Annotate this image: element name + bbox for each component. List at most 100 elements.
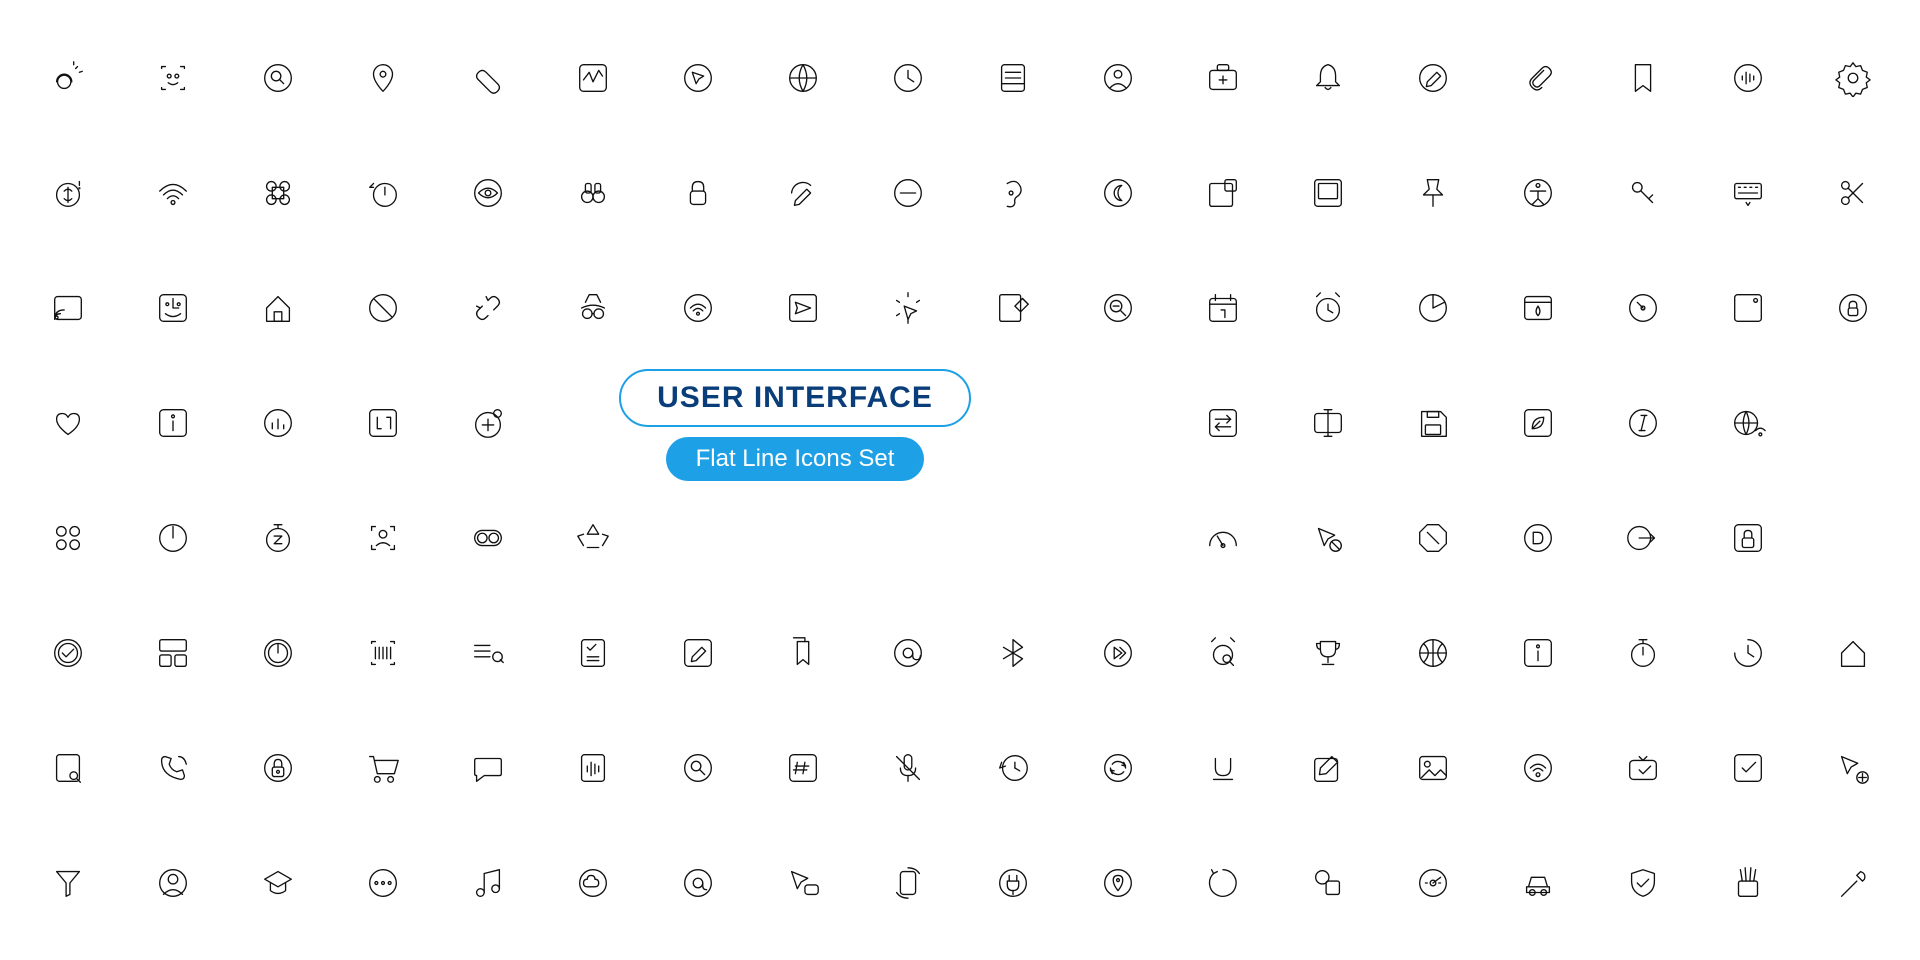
save-disk-icon [1411, 401, 1455, 445]
tv-check-icon [1621, 746, 1665, 790]
check-badge-icon [46, 631, 90, 675]
forward-circle-icon [1096, 631, 1140, 675]
pie-chart-icon [1411, 286, 1455, 330]
cursor-chat-icon [781, 861, 825, 905]
hashtag-box-icon [781, 746, 825, 790]
eye-circle-icon [466, 171, 510, 215]
gauge-icon [1201, 516, 1245, 560]
wrench-icon [1831, 861, 1875, 905]
keyboard-icon [1726, 171, 1770, 215]
sausage-icon [466, 56, 510, 100]
plug-circle-icon [991, 861, 1035, 905]
accessibility-icon [1516, 171, 1560, 215]
weather-icon [46, 56, 90, 100]
shapes-icon [1306, 861, 1350, 905]
mute-mic-icon [886, 746, 930, 790]
audio-circle-icon [1726, 56, 1770, 100]
chart-circle-icon [256, 401, 300, 445]
compose-icon [1306, 746, 1350, 790]
stopwatch-z-icon [256, 516, 300, 560]
filter-icon [46, 861, 90, 905]
barcode-scan-icon [361, 631, 405, 675]
music-icon [466, 861, 510, 905]
blocked-octagon-icon [1411, 516, 1455, 560]
lock-square-icon [1726, 516, 1770, 560]
list-search-icon [466, 631, 510, 675]
cast-icon [46, 286, 90, 330]
exit-right-icon [1621, 516, 1665, 560]
user-avatar-icon [151, 861, 195, 905]
clock-icon [886, 56, 930, 100]
cursor-denied-icon [1306, 516, 1350, 560]
at-sign-icon [886, 631, 930, 675]
binoculars-icon [571, 171, 615, 215]
note-pencil-icon [991, 286, 1035, 330]
info-square-icon [151, 401, 195, 445]
bookmark-icon [1621, 56, 1665, 100]
italic-circle-icon [1621, 401, 1665, 445]
speedometer-icon [1621, 286, 1665, 330]
search-circle-icon [256, 56, 300, 100]
cursor-loading-icon [886, 286, 930, 330]
cursor-add-icon [1831, 746, 1875, 790]
browser-drop-icon [1516, 286, 1560, 330]
phone-icon [151, 746, 195, 790]
voicemail-icon [466, 516, 510, 560]
cart-icon [361, 746, 405, 790]
wifi-dot-icon [1516, 746, 1560, 790]
car-icon [1516, 861, 1560, 905]
gauge-alt-icon [1411, 861, 1455, 905]
lock-circle-icon [1831, 286, 1875, 330]
wifi-circle-icon [676, 286, 720, 330]
audio-doc-icon [571, 746, 615, 790]
geo-circle-icon [1096, 861, 1140, 905]
timer-icon [1621, 631, 1665, 675]
ui-box-icon [361, 401, 405, 445]
image-icon [1411, 746, 1455, 790]
blocked-icon [361, 286, 405, 330]
user-focus-icon [361, 516, 405, 560]
title-badge: USER INTERFACE Flat Line Icons Set [565, 355, 1025, 495]
alarm-search-icon [1201, 631, 1245, 675]
location-pin-icon [361, 56, 405, 100]
chat-icon [466, 746, 510, 790]
lock-icon [676, 171, 720, 215]
bookmarks-icon [781, 631, 825, 675]
survey-icon [571, 631, 615, 675]
history-icon [991, 746, 1035, 790]
pin-square-icon [1726, 286, 1770, 330]
calendar-1-icon [1201, 286, 1245, 330]
search-circle-alt-icon [676, 746, 720, 790]
command-icon [256, 171, 300, 215]
no-entry-icon [886, 171, 930, 215]
add-badge-icon [466, 401, 510, 445]
dashboard-icon [151, 631, 195, 675]
search-doc-icon [46, 746, 90, 790]
at-sign-alt-icon [676, 861, 720, 905]
check-square-icon [1726, 746, 1770, 790]
education-icon [256, 861, 300, 905]
pushpin-icon [1411, 171, 1455, 215]
alarm-clock-icon [1306, 286, 1350, 330]
fries-icon [1726, 861, 1770, 905]
underline-icon [1201, 746, 1245, 790]
moon-circle-icon [1096, 171, 1140, 215]
home-icon [256, 286, 300, 330]
send-box-icon [781, 286, 825, 330]
key-icon [1621, 171, 1665, 215]
popup-icon [1201, 171, 1245, 215]
lock-bold-circle-icon [256, 746, 300, 790]
edit-square-icon [676, 631, 720, 675]
scissors-icon [1831, 171, 1875, 215]
trophy-icon [1306, 631, 1350, 675]
home-outline-icon [1831, 631, 1875, 675]
loading-circle-icon [1201, 861, 1245, 905]
basketball-icon [1411, 631, 1455, 675]
cursor-circle-icon [676, 56, 720, 100]
medical-kit-icon [1201, 56, 1245, 100]
swap-box-icon [1201, 401, 1245, 445]
title-line1: USER INTERFACE [619, 369, 971, 427]
doc-tray-icon [991, 56, 1035, 100]
shield-check-icon [1621, 861, 1665, 905]
recycle-icon [571, 516, 615, 560]
